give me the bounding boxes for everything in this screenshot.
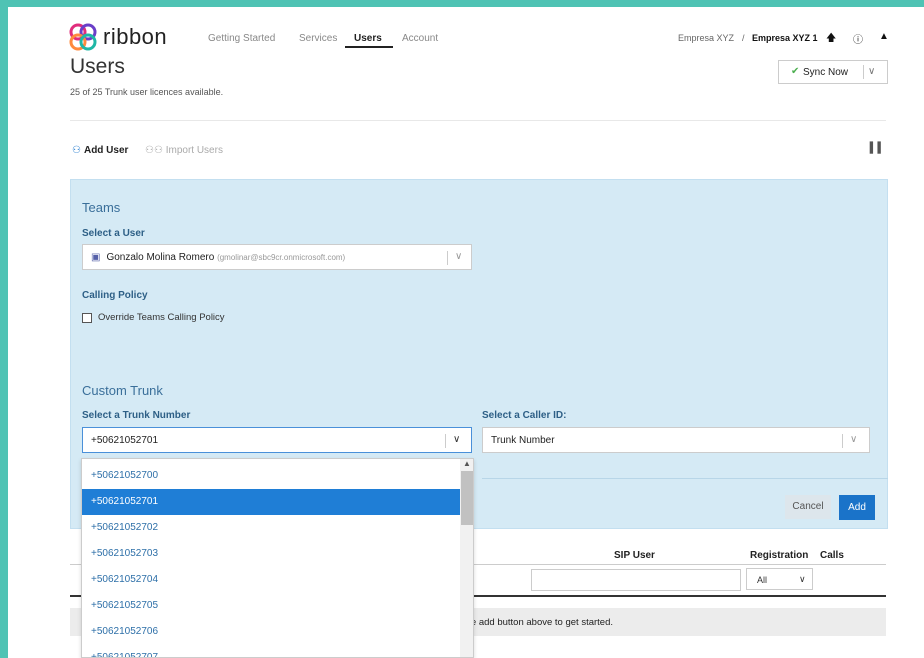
custom-trunk-section-title: Custom Trunk [82,383,163,398]
breadcrumb-current[interactable]: Empresa XYZ 1 [752,33,818,43]
override-policy-checkbox[interactable] [82,313,92,323]
add-button[interactable]: Add [839,495,875,520]
trunk-number-select[interactable]: +50621052701 ∨ [82,427,472,453]
user-icon[interactable]: ▲ [879,31,889,42]
add-user-label: Add User [83,145,129,156]
dropdown-option-selected[interactable]: +50621052701 [82,489,460,515]
selected-user-email: (gmolinar@sbc9cr.onmicrosoft.com) [217,253,346,262]
dropdown-option[interactable]: +50621052702 [82,515,460,541]
cancel-button[interactable]: Cancel [785,495,831,519]
import-users-button[interactable]: ⚇⚇ Import Users [145,145,223,156]
divider [842,434,843,448]
top-navigation: ribbon Getting Started Services Users Ac… [8,7,924,51]
empty-table-message: the add button above to get started. [463,617,614,628]
dropdown-option[interactable]: +50621052705 [82,593,460,619]
divider [70,120,886,121]
column-header-registration[interactable]: Registration [750,550,808,561]
trunk-number-dropdown: +50621052700 +50621052701 +50621052702 +… [81,458,474,658]
caller-id-select[interactable]: Trunk Number ∨ [482,427,870,453]
nav-getting-started[interactable]: Getting Started [208,33,275,44]
active-tab-indicator [345,46,393,48]
sync-now-button[interactable]: ✔ Sync Now ∨ [778,60,888,84]
trunk-number-label: Select a Trunk Number [82,410,191,421]
divider [447,251,448,265]
ribbon-logo[interactable]: ribbon [68,22,167,52]
dropdown-option[interactable]: +50621052704 [82,567,460,593]
registration-filter-value: All [757,575,768,585]
nav-services[interactable]: Services [299,33,337,44]
dropdown-option[interactable]: +50621052707 [82,645,460,657]
ribbon-logo-icon [69,23,97,51]
breadcrumb-separator: / [742,33,745,43]
chevron-down-icon[interactable]: ∨ [850,434,857,445]
columns-icon[interactable]: ▍▍ [870,143,885,154]
import-users-label: Import Users [165,145,223,156]
scrollbar-thumb[interactable] [461,471,473,525]
brand-name: ribbon [103,24,168,49]
chevron-down-icon[interactable]: ∨ [455,251,462,262]
chevron-down-icon[interactable]: ∨ [868,66,875,77]
nav-account[interactable]: Account [402,33,438,44]
divider [863,65,864,79]
person-icon: ⚇ [72,145,81,156]
column-header-calls[interactable]: Calls [820,550,844,561]
dropdown-option[interactable]: +50621052706 [82,619,460,645]
caller-id-label: Select a Caller ID: [482,410,567,421]
arrow-up-icon[interactable]: 🡅 [826,31,836,48]
divider [445,434,446,448]
select-user-label: Select a User [82,228,145,239]
dropdown-option[interactable]: +50621052700 [82,463,460,489]
help-icon[interactable]: ⓘ [853,31,863,46]
teams-icon: ▣ [91,252,101,263]
licence-count: 25 of 25 Trunk user licences available. [70,87,224,97]
chevron-down-icon: ∨ [799,574,806,584]
nav-users[interactable]: Users [354,33,382,44]
dropdown-option[interactable]: +50621052703 [82,541,460,567]
calling-policy-label: Calling Policy [82,290,148,301]
trunk-number-value: +50621052701 [91,435,159,446]
column-header-sip-user[interactable]: SIP User [614,550,655,561]
divider [482,478,888,479]
sync-now-label: Sync Now [803,67,849,78]
selected-user-name: Gonzalo Molina Romero [106,252,215,263]
override-policy-label: Override Teams Calling Policy [98,312,225,323]
chevron-down-icon[interactable]: ∨ [453,434,460,445]
sip-user-filter-input[interactable] [531,569,741,591]
user-select-value: ▣ Gonzalo Molina Romero (gmolinar@sbc9cr.… [91,252,345,263]
caller-id-value: Trunk Number [491,435,555,446]
scroll-up-icon[interactable]: ▲ [463,459,471,468]
check-icon: ✔ [791,66,800,77]
add-user-button[interactable]: ⚇ Add User [72,145,128,156]
breadcrumb-company[interactable]: Empresa XYZ [678,33,734,43]
page-title: Users [70,55,125,78]
app-window: ribbon Getting Started Services Users Ac… [8,7,924,658]
teams-section-title: Teams [82,200,121,215]
user-select[interactable]: ▣ Gonzalo Molina Romero (gmolinar@sbc9cr.… [82,244,472,270]
people-icon: ⚇⚇ [145,145,163,156]
registration-filter-select[interactable]: All ∨ [746,568,813,590]
